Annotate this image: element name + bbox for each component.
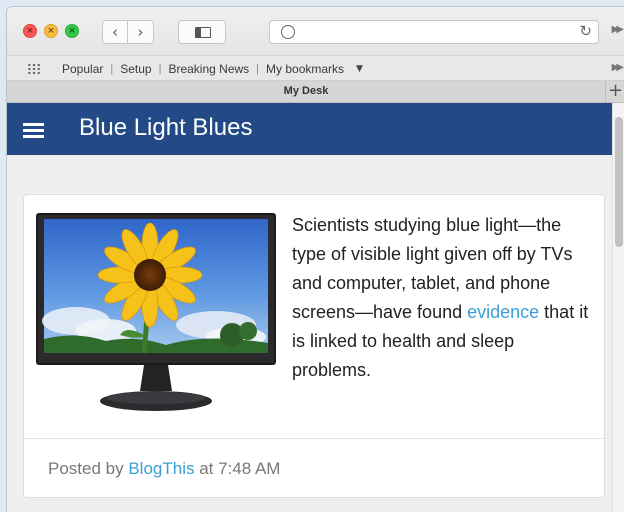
browser-toolbar: × × × ‹ › ↻ ▶▶ bbox=[7, 7, 624, 55]
bookmark-separator: | bbox=[256, 63, 260, 75]
blog-post-card: Scientists studying blue light—the type … bbox=[23, 194, 605, 498]
chevron-right-icon: › bbox=[137, 23, 144, 41]
bookmark-separator: | bbox=[110, 63, 114, 75]
caret-down-icon[interactable]: ▼ bbox=[356, 64, 363, 74]
page-scrollbar[interactable] bbox=[612, 103, 624, 512]
sidebar-icon bbox=[195, 27, 211, 38]
post-body: Scientists studying blue light—the type … bbox=[24, 195, 604, 439]
tab-my-desk[interactable]: My Desk bbox=[7, 81, 605, 103]
minimize-icon: × bbox=[47, 26, 55, 36]
bookmarks-overflow-icon[interactable]: ▶▶ bbox=[612, 62, 624, 73]
post-text: Scientists studying blue light—the type … bbox=[292, 211, 592, 385]
zoom-window-button[interactable]: × bbox=[65, 24, 79, 38]
close-icon: × bbox=[26, 26, 34, 36]
web-page: Blue Light Blues Scientists studying blu… bbox=[7, 103, 624, 512]
minimize-window-button[interactable]: × bbox=[44, 24, 58, 38]
back-button[interactable]: ‹ bbox=[102, 20, 128, 44]
blog-header: Blue Light Blues bbox=[7, 103, 612, 155]
bookmark-popular[interactable]: Popular bbox=[62, 62, 103, 76]
at-label: at bbox=[194, 459, 219, 478]
bookmark-my-bookmarks[interactable]: My bookmarks bbox=[266, 62, 344, 76]
menu-icon[interactable] bbox=[23, 123, 44, 138]
reload-icon[interactable]: ↻ bbox=[579, 22, 592, 40]
blog-title[interactable]: Blue Light Blues bbox=[79, 114, 252, 142]
zoom-icon: × bbox=[68, 26, 76, 36]
monitor-image bbox=[36, 213, 276, 411]
evidence-link[interactable]: evidence bbox=[467, 302, 539, 322]
sidebar-toggle-button[interactable] bbox=[178, 20, 226, 44]
author-link[interactable]: BlogThis bbox=[128, 459, 194, 478]
bookmarks-bar: Popular | Setup | Breaking News | My boo… bbox=[7, 55, 624, 81]
globe-icon bbox=[281, 25, 295, 39]
bookmark-breaking-news[interactable]: Breaking News bbox=[168, 62, 249, 76]
posted-by-label: Posted by bbox=[48, 459, 129, 478]
scrollbar-thumb[interactable] bbox=[615, 117, 623, 247]
bookmark-items: Popular | Setup | Breaking News | My boo… bbox=[62, 62, 363, 76]
address-bar[interactable]: ↻ bbox=[269, 20, 599, 44]
chevron-left-icon: ‹ bbox=[112, 23, 118, 41]
toolbar-overflow-icon[interactable]: ▶▶ bbox=[612, 24, 624, 35]
bookmark-separator: | bbox=[158, 63, 162, 75]
forward-button[interactable]: › bbox=[128, 20, 154, 44]
bookmark-setup[interactable]: Setup bbox=[120, 62, 151, 76]
top-sites-grid-icon[interactable] bbox=[27, 63, 41, 75]
new-tab-button[interactable]: + bbox=[605, 81, 624, 103]
tab-bar: My Desk + bbox=[7, 81, 624, 103]
close-window-button[interactable]: × bbox=[23, 24, 37, 38]
browser-window: × × × ‹ › ↻ ▶▶ Popular | Setup | Breakin… bbox=[6, 6, 624, 512]
post-footer: Posted by BlogThis at 7:48 AM bbox=[48, 459, 280, 479]
post-time[interactable]: 7:48 AM bbox=[218, 459, 280, 478]
